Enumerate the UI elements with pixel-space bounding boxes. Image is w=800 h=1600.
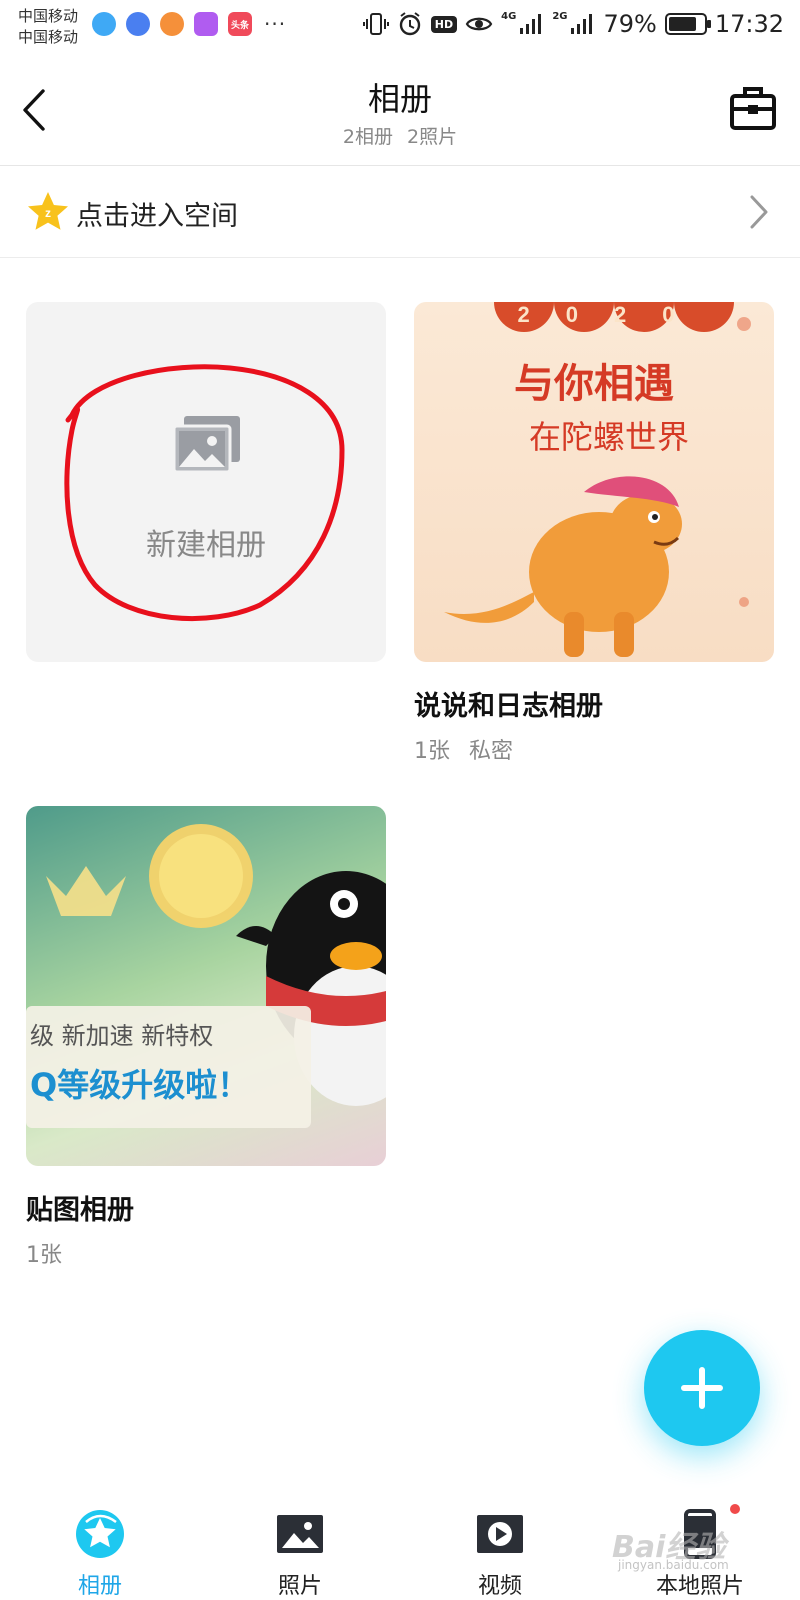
album-photo-count: 1张 [26,1243,62,1268]
cover-banner-top: 级 新加速 新特权 [30,1022,213,1050]
video-icon [477,1515,523,1553]
taobao-app-icon [160,12,184,36]
bottom-nav: 相册 照片 视频 本地照片 [0,1490,800,1600]
vibrate-icon [362,10,389,38]
video-app-icon [194,12,218,36]
battery-icon [664,13,711,35]
album-photo-count: 1张 [414,739,450,764]
toolbox-button[interactable] [728,84,778,134]
enter-space-label: 点击进入空间 [76,201,238,232]
toutiao-app-icon: 头条 [228,12,252,36]
carrier-2: 中国移动 [18,28,79,46]
carrier-names: 中国移动 中国移动 [18,6,78,48]
album-title: 说说和日志相册 [414,691,603,722]
cover-year: 2020 [518,302,711,327]
album-cover-shuoshuo[interactable]: 2020 与你相遇 在陀螺世界 [414,302,774,662]
album-count: 2相册 [342,126,393,148]
nav-label: 本地照片 [655,1574,744,1599]
battery-fill [668,17,696,31]
svg-text:z: z [45,206,51,220]
nav-item-photos[interactable]: 照片 [200,1490,400,1600]
nav-label: 视频 [477,1574,522,1599]
browser-app-icon [92,12,116,36]
page-title: 相册 [367,80,432,118]
new-album-button[interactable]: 新建相册 [26,302,386,662]
album-cover-art: 级 新加速 新特权 Q等级升级啦！ [26,824,386,1128]
add-button[interactable] [644,1330,760,1446]
toutiao-app-label: 头条 [230,20,249,31]
carrier-1: 中国移动 [18,7,79,25]
signal-4g-label: 4G [501,11,517,22]
page-subtitle: 2相册 2照片 [0,122,800,149]
photo-count: 2照片 [407,126,458,148]
plus-icon [681,1367,723,1409]
alarm-icon [397,10,423,38]
header: 相册 2相册 2照片 [0,56,800,166]
photo-icon [277,1515,323,1553]
notification-icons: 头条 ··· [92,12,286,36]
image-gallery-icon [172,416,240,474]
qzone-star-icon: z [28,192,68,230]
album-title: 贴图相册 [26,1195,134,1226]
clock: 17:32 [714,10,784,38]
nav-label: 照片 [277,1574,322,1599]
battery-percent: 79% [603,10,657,38]
toolbox-icon [730,87,776,130]
album-card-shuoshuo[interactable]: 2020 与你相遇 在陀螺世界 说说和日志相册 1张 私密 [414,302,774,765]
chevron-right-icon [750,195,768,229]
new-album-label: 新建相册 [146,528,266,563]
more-notifications-icon: ··· [264,12,287,36]
eye-comfort-icon [465,10,493,38]
hd-icon: HD [430,15,458,33]
status-bar: 中国移动 中国移动 头条 ··· HD 4G 2G 79% 17:32 [0,0,800,56]
cover-headline: 与你相遇 [514,361,674,407]
album-meta: 1张 [26,1237,386,1269]
notification-dot [730,1504,740,1514]
album-icon [76,1510,124,1558]
nav-item-local-photos[interactable]: 本地照片 [600,1490,800,1600]
cover-banner-bottom: Q等级升级啦！ [30,1066,249,1104]
signal-2g-label: 2G [552,11,568,22]
nav-label: 相册 [77,1574,122,1599]
enter-space-row[interactable]: z 点击进入空间 [0,166,800,258]
album-cover-art: 2020 与你相遇 在陀螺世界 [444,302,751,657]
baidu-app-icon [126,12,150,36]
nav-item-albums[interactable]: 相册 [0,1490,200,1600]
signal-2g-icon: 2G [552,10,595,38]
album-card-sticker[interactable]: 级 新加速 新特权 Q等级升级啦！ 贴图相册 1张 [26,806,386,1269]
cover-subline: 在陀螺世界 [529,418,689,456]
local-photo-icon [684,1509,716,1559]
album-cover-sticker[interactable]: 级 新加速 新特权 Q等级升级啦！ [26,806,386,1166]
album-privacy: 私密 [469,739,514,764]
album-meta: 1张 私密 [414,733,774,765]
system-indicators: HD 4G 2G 79% 17:32 [362,10,784,38]
signal-4g-icon: 4G [501,10,544,38]
nav-item-videos[interactable]: 视频 [400,1490,600,1600]
